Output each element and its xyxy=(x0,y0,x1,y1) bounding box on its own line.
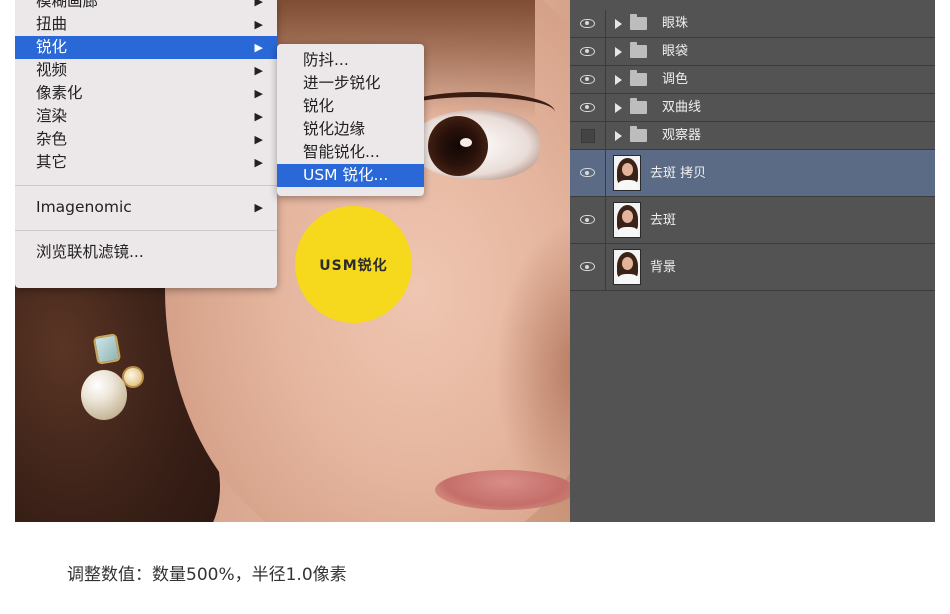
submenu-arrow-icon: ▶ xyxy=(254,0,263,8)
layer-thumbnail xyxy=(613,155,641,191)
caption-text: 调整数值：数量500%，半径1.0像素 xyxy=(67,565,347,585)
submenu-arrow-icon: ▶ xyxy=(254,87,263,100)
layer-group-row[interactable]: 眼袋 xyxy=(570,38,935,66)
layers-panel: 眼珠 眼袋 调色 双曲线 观察器 去斑 拷贝 去斑 背景 xyxy=(570,0,935,522)
eye-icon[interactable] xyxy=(580,262,595,271)
earring-gem xyxy=(92,333,122,365)
submenu-arrow-icon: ▶ xyxy=(254,41,263,54)
folder-icon xyxy=(630,42,647,58)
visibility-cell[interactable] xyxy=(570,244,606,290)
layer-row-selected[interactable]: 去斑 拷贝 xyxy=(570,150,935,197)
eye-icon[interactable] xyxy=(580,46,595,56)
menu-item-label: 扭曲 xyxy=(36,15,68,33)
submenu-item-sharpen-more[interactable]: 进一步锐化 xyxy=(277,72,424,95)
submenu-arrow-icon: ▶ xyxy=(254,201,263,214)
earring-pearl xyxy=(81,370,127,420)
menu-item-video[interactable]: 视频 ▶ xyxy=(15,59,277,82)
visibility-off-box[interactable] xyxy=(581,128,595,143)
layer-thumbnail xyxy=(613,202,641,238)
layer-name: 背景 xyxy=(650,260,677,275)
eye-icon[interactable] xyxy=(580,168,595,177)
visibility-cell[interactable] xyxy=(570,197,606,243)
menu-item-browse-online-filters[interactable]: 浏览联机滤镜... xyxy=(15,241,277,264)
lips xyxy=(435,470,571,510)
layer-row[interactable]: 去斑 xyxy=(570,197,935,244)
menu-item-label: Imagenomic xyxy=(36,198,132,216)
group-name: 眼袋 xyxy=(662,44,689,59)
menu-item-label: 像素化 xyxy=(36,84,83,102)
expand-triangle-icon[interactable] xyxy=(615,47,622,57)
layer-thumbnail xyxy=(613,249,641,285)
expand-triangle-icon[interactable] xyxy=(615,75,622,85)
iris xyxy=(428,116,488,176)
visibility-cell[interactable] xyxy=(570,122,606,149)
expand-triangle-icon[interactable] xyxy=(615,19,622,29)
menu-item-label: 模糊画廊 xyxy=(36,0,99,10)
sharpen-submenu: 防抖... 进一步锐化 锐化 锐化边缘 智能锐化... USM 锐化... xyxy=(277,44,424,196)
eye-icon[interactable] xyxy=(580,18,595,28)
submenu-item-sharpen[interactable]: 锐化 xyxy=(277,95,424,118)
submenu-arrow-icon: ▶ xyxy=(254,133,263,146)
eye-icon[interactable] xyxy=(580,215,595,224)
layer-row[interactable]: 背景 xyxy=(570,244,935,291)
menu-item-noise[interactable]: 杂色 ▶ xyxy=(15,128,277,151)
folder-icon xyxy=(630,14,647,30)
usm-badge-label: USM锐化 xyxy=(319,257,388,274)
menu-separator xyxy=(15,185,277,186)
usm-highlight-badge: USM锐化 xyxy=(295,206,412,323)
submenu-item-unsharp-mask[interactable]: USM 锐化... xyxy=(277,164,424,187)
eye-glint xyxy=(460,138,472,147)
expand-triangle-icon[interactable] xyxy=(615,103,622,113)
menu-item-label: 锐化 xyxy=(36,38,68,56)
menu-item-other[interactable]: 其它 ▶ xyxy=(15,151,277,174)
submenu-item-sharpen-edges[interactable]: 锐化边缘 xyxy=(277,118,424,141)
visibility-cell[interactable] xyxy=(570,150,606,196)
menu-item-blur-gallery[interactable]: 模糊画廊 ▶ xyxy=(15,0,277,13)
submenu-item-smart-sharpen[interactable]: 智能锐化... xyxy=(277,141,424,164)
folder-icon xyxy=(630,70,647,86)
submenu-arrow-icon: ▶ xyxy=(254,64,263,77)
layers-list: 眼珠 眼袋 调色 双曲线 观察器 去斑 拷贝 去斑 背景 xyxy=(570,10,935,291)
layer-group-row[interactable]: 双曲线 xyxy=(570,94,935,122)
submenu-item-shake-reduction[interactable]: 防抖... xyxy=(277,49,424,72)
visibility-cell[interactable] xyxy=(570,38,606,65)
visibility-cell[interactable] xyxy=(570,94,606,121)
layer-name: 去斑 拷贝 xyxy=(650,166,707,181)
filter-menu: 模糊画廊 ▶ 扭曲 ▶ 锐化 ▶ 视频 ▶ 像素化 ▶ 渲染 ▶ 杂色 ▶ 其它 ▶ Image… xyxy=(15,0,277,288)
submenu-arrow-icon: ▶ xyxy=(254,110,263,123)
group-name: 观察器 xyxy=(662,128,702,143)
folder-icon xyxy=(630,126,647,142)
menu-item-sharpen[interactable]: 锐化 ▶ xyxy=(15,36,277,59)
submenu-arrow-icon: ▶ xyxy=(254,18,263,31)
layer-name: 去斑 xyxy=(650,213,677,228)
menu-item-label: 浏览联机滤镜... xyxy=(36,243,144,261)
menu-item-distort[interactable]: 扭曲 ▶ xyxy=(15,13,277,36)
eye xyxy=(410,110,540,180)
eye-icon[interactable] xyxy=(580,74,595,84)
group-name: 眼珠 xyxy=(662,16,689,31)
submenu-arrow-icon: ▶ xyxy=(254,156,263,169)
layer-group-row[interactable]: 调色 xyxy=(570,66,935,94)
group-name: 双曲线 xyxy=(662,100,702,115)
menu-item-pixelate[interactable]: 像素化 ▶ xyxy=(15,82,277,105)
layer-group-row[interactable]: 观察器 xyxy=(570,122,935,150)
screenshot: USM锐化 模糊画廊 ▶ 扭曲 ▶ 锐化 ▶ 视频 ▶ 像素化 ▶ 渲染 ▶ 杂色 ▶ 其它 ▶… xyxy=(15,0,935,522)
expand-triangle-icon[interactable] xyxy=(615,131,622,141)
eye-icon[interactable] xyxy=(580,102,595,112)
menu-item-label: 视频 xyxy=(36,61,68,79)
menu-item-label: 渲染 xyxy=(36,107,68,125)
group-name: 调色 xyxy=(662,72,689,87)
menu-item-label: 杂色 xyxy=(36,130,68,148)
visibility-cell[interactable] xyxy=(570,66,606,93)
layer-group-row[interactable]: 眼珠 xyxy=(570,10,935,38)
folder-icon xyxy=(630,98,647,114)
menu-item-imagenomic[interactable]: Imagenomic ▶ xyxy=(15,196,277,219)
menu-item-label: 其它 xyxy=(36,153,68,171)
menu-separator xyxy=(15,230,277,231)
menu-item-render[interactable]: 渲染 ▶ xyxy=(15,105,277,128)
visibility-cell[interactable] xyxy=(570,10,606,37)
